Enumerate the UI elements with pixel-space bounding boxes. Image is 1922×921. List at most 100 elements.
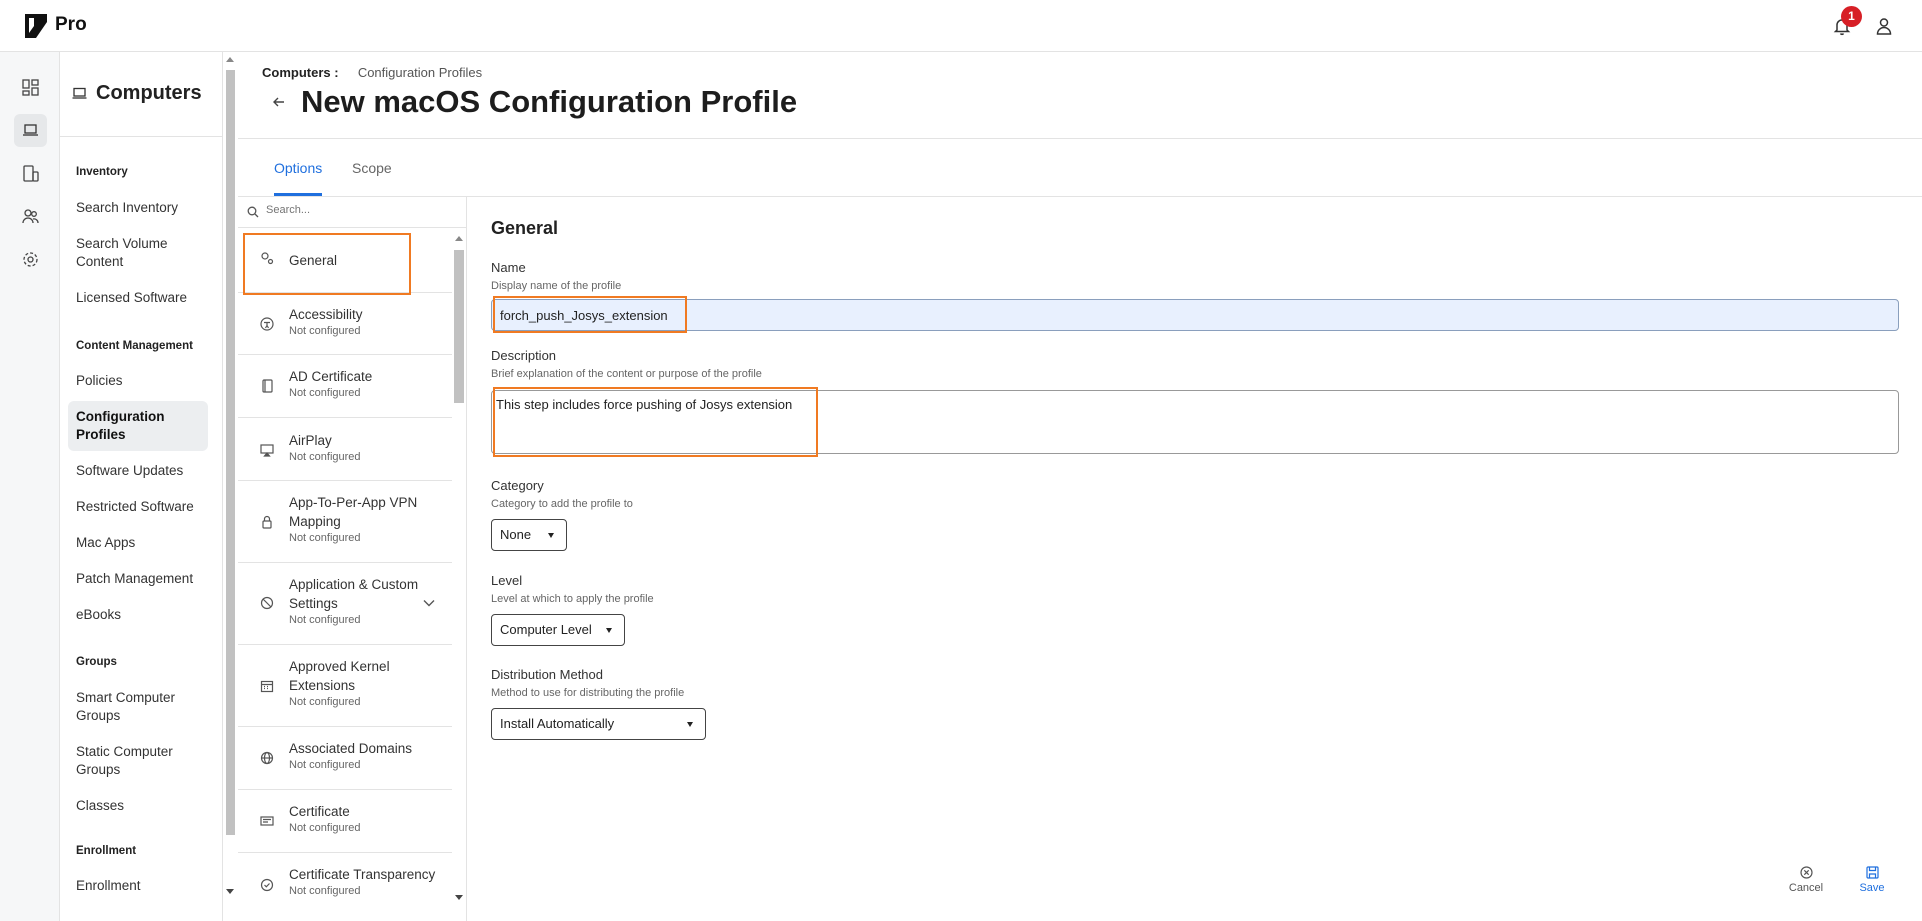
level-select[interactable]: Computer Level [491, 614, 625, 646]
lock-icon [262, 515, 272, 529]
payload-status: Not configured [289, 696, 361, 708]
section-groups: Groups [76, 656, 117, 668]
sidebar-item-smart-computer-groups[interactable]: Smart Computer Groups [68, 682, 208, 732]
search-icon [247, 206, 259, 218]
payload-item-accessibility[interactable]: Accessibility Not configured [238, 293, 452, 355]
sidebar-item-patch-management[interactable]: Patch Management [68, 563, 208, 595]
divider [60, 136, 222, 137]
users-icon[interactable] [14, 200, 47, 233]
brand-label: Pro [55, 14, 87, 35]
tab-scope[interactable]: Scope [352, 160, 392, 176]
sidebar-scrollbar-thumb[interactable] [226, 70, 235, 835]
payload-status: Not configured [289, 387, 361, 399]
back-arrow-icon[interactable] [271, 94, 287, 110]
payload-name: AD Certificate [289, 369, 373, 384]
payload-name: Associated Domains [289, 741, 413, 756]
payload-scrollbar-thumb[interactable] [454, 250, 464, 403]
sidebar-title: Computers [72, 82, 202, 105]
sidebar-item-search-volume-content[interactable]: Search Volume Content [68, 228, 208, 278]
gear-icon [261, 252, 274, 265]
name-label: Name [491, 260, 526, 275]
sidebar-item-search-inventory[interactable]: Search Inventory [68, 192, 208, 224]
computers-icon[interactable] [14, 114, 47, 147]
payload-status: Not configured [289, 885, 361, 897]
payload-search-input[interactable] [264, 203, 454, 217]
caret-down-icon [548, 533, 554, 538]
payload-item-approved-kernel-extensions[interactable]: Approved Kernel Extensions Not configure… [238, 645, 452, 727]
payload-search[interactable] [238, 197, 466, 228]
laptop-icon [72, 87, 87, 99]
save-label: Save [1859, 882, 1885, 894]
distribution-method-hint: Method to use for distributing the profi… [491, 687, 685, 699]
payload-item-airplay[interactable]: AirPlay Not configured [238, 418, 452, 481]
section-content-management: Content Management [76, 340, 193, 352]
distribution-method-select[interactable]: Install Automatically [491, 708, 706, 740]
globe-icon [260, 751, 274, 765]
payload-item-application-custom-settings[interactable]: Application & Custom Settings Not config… [238, 563, 452, 645]
payload-item-certificate[interactable]: Certificate Not configured [238, 790, 452, 853]
payload-item-app-to-per-app-vpn-mapping[interactable]: App-To-Per-App VPN Mapping Not configure… [238, 481, 452, 563]
name-hint: Display name of the profile [491, 280, 622, 292]
certificate-book-icon [262, 379, 273, 393]
breadcrumb-configuration-profiles[interactable]: Configuration Profiles [358, 65, 482, 80]
scroll-up-arrow-icon[interactable] [226, 57, 234, 62]
cancel-button[interactable]: Cancel [1781, 866, 1831, 894]
payload-item-associated-domains[interactable]: Associated Domains Not configured [238, 727, 452, 790]
profile-name-field[interactable] [491, 299, 1899, 331]
sidebar-item-restricted-software[interactable]: Restricted Software [68, 491, 208, 523]
tab-options[interactable]: Options [274, 160, 322, 176]
caret-down-icon [606, 628, 612, 633]
scroll-down-arrow-icon[interactable] [226, 889, 234, 894]
divider [238, 138, 1922, 139]
sidebar-item-ebooks[interactable]: eBooks [68, 599, 208, 631]
sidebar-item-licensed-software[interactable]: Licensed Software [68, 282, 208, 314]
sidebar-item-mac-apps[interactable]: Mac Apps [68, 527, 208, 559]
distribution-method-select-value: Install Automatically [500, 716, 615, 731]
level-label: Level [491, 573, 523, 588]
payload-status: Not configured [289, 325, 361, 337]
sidebar-item-enrollment[interactable]: Enrollment [68, 870, 208, 902]
payload-status: Not configured [289, 614, 361, 626]
payload-scrollbar[interactable] [452, 230, 466, 906]
payload-item-certificate-transparency[interactable]: Certificate Transparency Not configured [238, 853, 452, 921]
sidebar-item-policies[interactable]: Policies [68, 365, 208, 397]
breadcrumb-computers[interactable]: Computers : [262, 65, 339, 80]
sidebar-item-classes[interactable]: Classes [68, 790, 208, 822]
sidebar-title-label: Computers [96, 82, 202, 104]
sidebar-item-configuration-profiles[interactable]: Configuration Profiles [68, 401, 208, 451]
notification-count-badge: 1 [1841, 6, 1862, 27]
sidebar-nav: Computers Inventory Search Inventory Sea… [60, 52, 223, 921]
payload-name: App-To-Per-App VPN Mapping [289, 495, 418, 529]
jamf-logo-icon [24, 13, 48, 39]
payload-status: Not configured [289, 759, 361, 771]
check-circle-icon [260, 878, 274, 892]
icon-rail [0, 52, 60, 921]
level-hint: Level at which to apply the profile [491, 593, 654, 605]
profile-description-field[interactable]: This step includes force pushing of Josy… [491, 390, 1899, 454]
payload-name: General [289, 253, 338, 268]
chevron-down-icon[interactable] [423, 599, 435, 607]
devices-icon[interactable] [14, 157, 47, 190]
dashboard-icon[interactable] [14, 71, 47, 104]
payload-status: Not configured [289, 822, 361, 834]
payload-item-general[interactable]: General [238, 231, 452, 293]
settings-gear-icon[interactable] [14, 243, 47, 276]
cancel-label: Cancel [1788, 882, 1824, 894]
category-label: Category [491, 478, 544, 493]
scroll-up-arrow-icon[interactable] [455, 236, 463, 241]
description-label: Description [491, 348, 557, 363]
certificate-icon [260, 816, 274, 826]
sidebar-scrollbar[interactable] [223, 52, 237, 921]
sidebar-item-software-updates[interactable]: Software Updates [68, 455, 208, 487]
section-inventory: Inventory [76, 166, 128, 178]
scroll-down-arrow-icon[interactable] [455, 895, 463, 900]
category-select[interactable]: None [491, 519, 567, 551]
level-select-value: Computer Level [500, 622, 592, 637]
payload-status: Not configured [289, 532, 361, 544]
payload-list: General Accessibility Not configured AD … [238, 197, 467, 921]
user-account-icon[interactable] [1874, 16, 1894, 36]
payload-item-ad-certificate[interactable]: AD Certificate Not configured [238, 355, 452, 418]
airplay-icon [260, 444, 274, 457]
save-button[interactable]: Save [1847, 866, 1897, 894]
sidebar-item-static-computer-groups[interactable]: Static Computer Groups [68, 736, 208, 786]
